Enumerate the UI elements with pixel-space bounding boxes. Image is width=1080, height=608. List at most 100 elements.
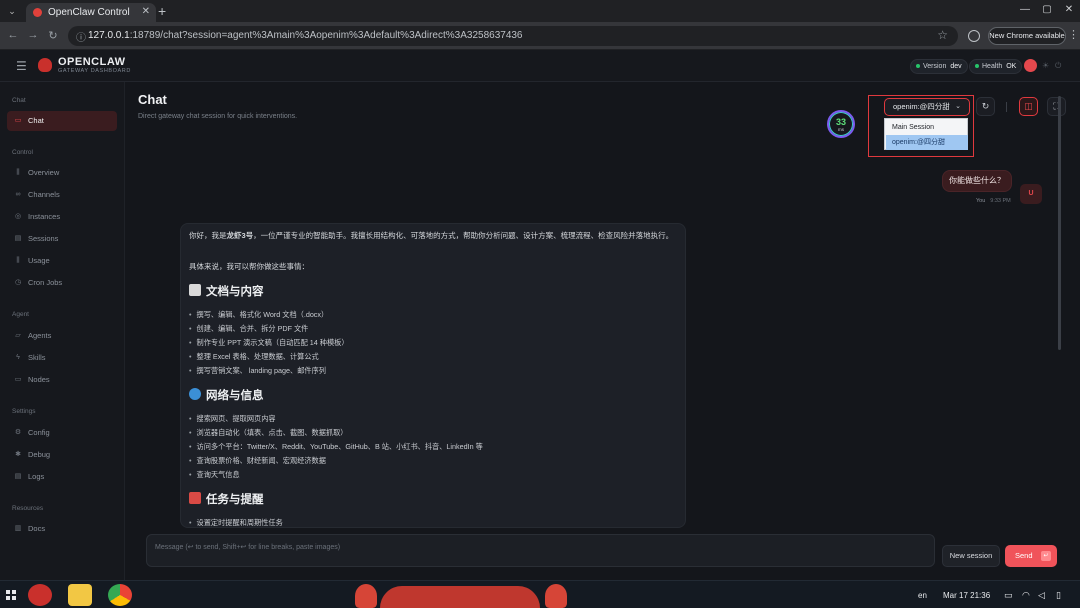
clock[interactable]: Mar 17 21:36 xyxy=(943,591,990,600)
fullscreen-button[interactable]: ⛶ xyxy=(1047,97,1066,116)
chevron-down-icon: ⌄ xyxy=(955,103,961,110)
new-session-button[interactable]: New session xyxy=(942,545,1000,567)
power-icon[interactable]: ⏻ xyxy=(1055,61,1061,71)
sidebar-item-sessions[interactable]: ▤ Sessions xyxy=(7,229,117,249)
section-heading-web: 网络与信息 xyxy=(189,387,264,403)
volume-icon[interactable]: ◁ xyxy=(1038,590,1045,601)
sidebar-item-cron-jobs[interactable]: ◷ Cron Jobs xyxy=(7,273,117,293)
refresh-button[interactable]: ↻ xyxy=(976,97,995,116)
crab-claw-right xyxy=(545,584,567,608)
notification-icon[interactable]: ▭ xyxy=(1004,590,1013,601)
session-option-openim[interactable]: openim:@四分甜 xyxy=(886,135,968,150)
folder-icon: ▱ xyxy=(15,332,21,339)
openclaw-app-icon[interactable] xyxy=(28,584,52,606)
session-option-main[interactable]: Main Session xyxy=(886,120,968,135)
send-button[interactable]: Send ↵ xyxy=(1005,545,1057,567)
sidebar-item-chat[interactable]: ▭ Chat xyxy=(7,111,117,131)
chat-scrollbar[interactable] xyxy=(1058,96,1061,350)
calendar-icon xyxy=(189,492,201,504)
sidebar-item-overview[interactable]: ⫼ Overview xyxy=(7,163,117,183)
new-tab-icon[interactable]: + xyxy=(158,3,166,19)
monitor-icon: ▭ xyxy=(14,376,22,383)
message-input-placeholder: Message (↩ to send, Shift+↩ for line bre… xyxy=(155,544,341,551)
list-item: 制作专业 PPT 演示文稿（自动匹配 14 种模板） xyxy=(189,338,349,348)
lightning-icon: ϟ xyxy=(16,354,20,361)
theme-toggle-icon[interactable] xyxy=(1024,59,1037,72)
session-select[interactable]: openim:@四分甜 ⌄ xyxy=(884,98,970,116)
sidebar-item-channels[interactable]: ∞ Channels xyxy=(7,185,117,205)
sidebar-item-agents[interactable]: ▱ Agents xyxy=(7,326,117,346)
sidebar-section-resources: Resources xyxy=(12,505,44,512)
toolbar-divider xyxy=(1006,102,1007,112)
openclaw-favicon-icon xyxy=(33,8,42,17)
status-dot-icon xyxy=(916,64,920,68)
browser-menu-icon[interactable]: ⋮ xyxy=(1068,28,1079,41)
message-input[interactable]: Message (↩ to send, Shift+↩ for line bre… xyxy=(146,534,935,567)
browser-tab-strip: ⌄ OpenClaw Control ✕ + — ▢ ✕ xyxy=(0,0,1080,22)
menu-toggle-icon[interactable]: ☰ xyxy=(16,59,27,73)
browser-toolbar: ← → ↻ ⓘ 127.0.0.1:18789/chat?session=age… xyxy=(0,22,1080,50)
gear-icon: ⚙ xyxy=(14,429,22,436)
clipboard-icon xyxy=(189,284,201,296)
user-message-meta: You 9:33 PM xyxy=(976,198,1011,204)
sidebar-item-usage[interactable]: ⫼ Usage xyxy=(7,251,117,271)
sidebar-item-nodes[interactable]: ▭ Nodes xyxy=(7,370,117,390)
bar-chart-icon: ⫼ xyxy=(16,257,20,264)
sidebar-item-docs[interactable]: ▥ Docs xyxy=(7,519,117,539)
bookmark-star-icon[interactable]: ☆ xyxy=(937,28,948,42)
profile-icon[interactable] xyxy=(968,30,980,42)
book-icon: ▥ xyxy=(14,525,22,532)
crab-claw-left xyxy=(355,584,377,608)
address-bar[interactable]: ⓘ 127.0.0.1:18789/chat?session=agent%3Am… xyxy=(68,26,958,46)
battery-icon[interactable]: ▯ xyxy=(1056,590,1061,601)
back-icon[interactable]: ← xyxy=(6,29,20,41)
sidebar-item-skills[interactable]: ϟ Skills xyxy=(7,348,117,368)
openclaw-logo-icon xyxy=(38,58,52,72)
minimize-icon[interactable]: — xyxy=(1018,4,1032,15)
tab-search-icon[interactable]: ⌄ xyxy=(4,4,20,18)
sidebar-item-debug[interactable]: ✱ Debug xyxy=(7,445,117,465)
list-item: 整理 Excel 表格、处理数据、计算公式 xyxy=(189,352,319,362)
input-language[interactable]: en xyxy=(918,591,927,600)
sidebar-item-instances[interactable]: ◎ Instances xyxy=(7,207,117,227)
sidebar-section-chat: Chat xyxy=(12,97,26,104)
desktop-crab-mascot xyxy=(380,586,540,608)
brand-subtitle: GATEWAY DASHBOARD xyxy=(58,68,131,74)
latency-value: 33 xyxy=(835,117,846,127)
user-message-bubble: 你能做些什么？ xyxy=(942,170,1012,192)
forward-icon[interactable]: → xyxy=(26,29,40,41)
reload-icon[interactable]: ↻ xyxy=(46,29,60,42)
assistant-message-card: 你好，我是龙虾3号，一位严谨专业的智能助手。我擅长用结构化、可落地的方式，帮助你… xyxy=(180,223,686,528)
chrome-update-button[interactable]: New Chrome available xyxy=(988,27,1066,45)
site-info-icon[interactable]: ⓘ xyxy=(76,29,86,44)
list-item: 查询天气信息 xyxy=(189,470,240,480)
radio-icon: ◎ xyxy=(14,213,22,220)
list-item: 访问多个平台：Twitter/X、Reddit、YouTube、GitHub、B… xyxy=(189,442,483,452)
sun-icon[interactable]: ☀ xyxy=(1042,61,1049,70)
chat-bubble-icon: ▭ xyxy=(14,117,22,124)
globe-icon xyxy=(189,388,201,400)
browser-tab[interactable]: OpenClaw Control ✕ xyxy=(26,3,156,22)
focus-mode-button[interactable]: ◫ xyxy=(1019,97,1038,116)
section-heading-docs: 文档与内容 xyxy=(189,283,264,299)
latency-gauge: 33 ms xyxy=(827,110,855,138)
wifi-icon[interactable]: ◠ xyxy=(1022,590,1030,601)
chrome-icon[interactable] xyxy=(108,584,132,606)
section-heading-tasks: 任务与提醒 xyxy=(189,491,264,507)
sidebar-item-config[interactable]: ⚙ Config xyxy=(7,423,117,443)
os-taskbar: en Mar 17 21:36 ▭ ◠ ◁ ▯ xyxy=(0,580,1080,608)
list-item: 撰写、编辑、格式化 Word 文档（.docx） xyxy=(189,310,329,320)
windows-start-icon[interactable] xyxy=(6,590,16,600)
clock-icon: ◷ xyxy=(14,279,22,286)
list-item: 查询股票价格、财经新闻、宏观经济数据 xyxy=(189,456,326,466)
sidebar-section-control: Control xyxy=(12,149,33,156)
list-item: 设置定时提醒和周期性任务 xyxy=(189,518,283,527)
tab-title: OpenClaw Control xyxy=(48,7,130,18)
latency-unit: ms xyxy=(838,127,844,132)
sidebar-item-logs[interactable]: ▤ Logs xyxy=(7,467,117,487)
user-avatar: U xyxy=(1020,184,1042,204)
maximize-icon[interactable]: ▢ xyxy=(1040,4,1054,15)
close-window-icon[interactable]: ✕ xyxy=(1062,4,1076,15)
tab-close-icon[interactable]: ✕ xyxy=(142,6,150,17)
file-explorer-icon[interactable] xyxy=(68,584,92,606)
